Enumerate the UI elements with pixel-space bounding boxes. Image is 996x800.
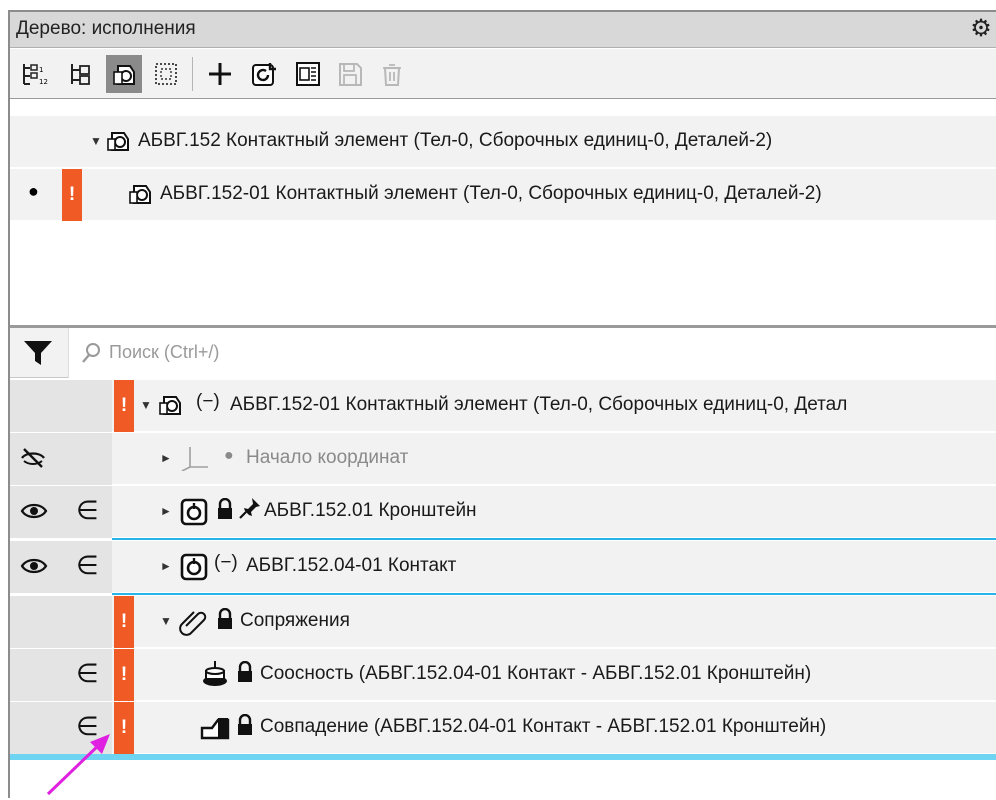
paperclip-icon [178,606,208,641]
table-row[interactable]: ► ● Начало координат [10,433,996,485]
membership-cell [60,380,112,432]
member-of-icon: ∈ [76,495,99,525]
expand-triangle-icon[interactable]: ► [160,504,172,518]
table-row[interactable]: ∈ ► (−) АБВГ.152.04-01 Контакт [10,541,996,593]
membership-cell [60,433,112,485]
lock-icon [216,607,234,635]
annotation-arrow-icon [46,734,110,796]
expand-triangle-icon[interactable]: ▼ [160,614,172,628]
table-row[interactable]: ! ▼ (−) АБВГ.152-01 Контактный элемент (… [10,380,996,432]
warning-badge: ! [114,380,134,432]
panel-titlebar: Дерево: исполнения ⚙ [10,12,996,48]
search-icon [81,342,101,369]
variant-label: АБВГ.152 Контактный элемент (Тел-0, Сбор… [138,130,773,151]
assembly-icon [106,128,132,159]
coincidence-icon [200,712,230,747]
visibility-cell [10,596,60,648]
current-bullet: ● [28,181,39,201]
table-row[interactable]: ∈ ! Совпадение (АБВГ.152.04-01 Контакт -… [10,702,996,754]
variant-label: АБВГ.152-01 Контактный элемент (Тел-0, С… [160,183,822,204]
membership-cell: ∈ [60,649,112,701]
delete-icon[interactable] [374,55,410,93]
assembly-icon [128,181,154,212]
point-bullet-icon: ● [224,447,234,464]
tree-structure-icon[interactable] [62,55,98,93]
gear-icon[interactable]: ⚙ [968,16,994,42]
svg-text:1: 1 [39,66,43,74]
visibility-cell [10,433,60,485]
add-icon[interactable] [202,55,238,93]
node-label: АБВГ.152.04-01 Контакт [246,555,457,576]
table-row[interactable]: ∈ ! Соосность (АБВГ.152.04-01 Контакт - … [10,649,996,701]
warning-badge: ! [114,596,134,648]
variants-list: ▼ АБВГ.152 Контактный элемент (Тел-0, Сб… [10,100,996,325]
minus-flag: (−) [214,552,238,573]
tree-panel: Дерево: исполнения ⚙ 1 12 ▼ АБВГ.152 Кон… [8,10,996,800]
node-label: Сопряжения [240,610,350,631]
list-item[interactable]: ● ! АБВГ.152-01 Контактный элемент (Тел-… [10,169,996,221]
coordinate-origin-icon [180,445,210,476]
selection-line [10,754,996,760]
expand-triangle-icon[interactable]: ▼ [90,134,102,148]
toolbar-separator [192,57,193,91]
membership-cell: ∈ [60,486,112,538]
node-label: АБВГ.152.01 Кронштейн [264,500,477,521]
member-of-icon: ∈ [76,550,99,580]
membership-cell [60,596,112,648]
minus-flag: (−) [196,391,220,412]
expand-triangle-icon[interactable]: ► [160,559,172,573]
table-row[interactable]: ∈ ► АБВГ.152.01 Кронштейн [10,486,996,538]
selection-line [112,593,996,595]
warning-badge: ! [62,169,82,221]
selection-line [112,538,996,540]
visibility-cell [10,486,60,538]
visibility-cell [10,649,60,701]
table-row[interactable]: ! ▼ Сопряжения [10,596,996,648]
select-frame-icon[interactable] [148,55,184,93]
model-tree: ! ▼ (−) АБВГ.152-01 Контактный элемент (… [10,380,996,800]
visibility-cell [10,380,60,432]
lock-icon [216,497,234,525]
filter-icon[interactable] [22,338,54,373]
pin-icon [238,496,262,525]
member-of-icon: ∈ [76,658,99,688]
eye-icon[interactable] [20,500,48,527]
eye-icon[interactable] [20,555,48,582]
list-item[interactable]: ▼ АБВГ.152 Контактный элемент (Тел-0, Сб… [10,116,996,168]
visibility-cell [10,541,60,593]
node-label: Совпадение (АБВГ.152.04-01 Контакт - АБВ… [260,716,827,737]
assembly-icon [158,392,184,423]
refresh-icon[interactable] [246,55,282,93]
concentric-icon [200,659,230,694]
svg-text:12: 12 [39,78,48,86]
panel-title: Дерево: исполнения [16,18,196,39]
assembly-view-icon[interactable] [106,55,142,93]
filter-bar: Поиск (Ctrl+/) [10,328,996,378]
toolbar: 1 12 [10,49,996,99]
expand-triangle-icon[interactable]: ▼ [140,398,152,412]
node-label: АБВГ.152-01 Контактный элемент (Тел-0, С… [230,394,848,415]
eye-hidden-icon[interactable] [20,447,46,474]
lock-icon [236,660,254,688]
expand-triangle-icon[interactable]: ► [160,451,172,465]
warning-badge: ! [114,649,134,701]
node-label: Соосность (АБВГ.152.04-01 Контакт - АБВГ… [260,663,812,684]
tree-numbered-icon[interactable]: 1 12 [16,55,52,93]
part-icon [180,498,208,531]
search-placeholder: Поиск (Ctrl+/) [109,342,220,362]
lock-icon [236,713,254,741]
properties-icon[interactable] [290,55,326,93]
search-input[interactable]: Поиск (Ctrl+/) [68,328,996,378]
save-icon[interactable] [332,55,368,93]
node-label: Начало координат [246,447,409,468]
membership-cell: ∈ [60,541,112,593]
part-icon [180,553,208,586]
